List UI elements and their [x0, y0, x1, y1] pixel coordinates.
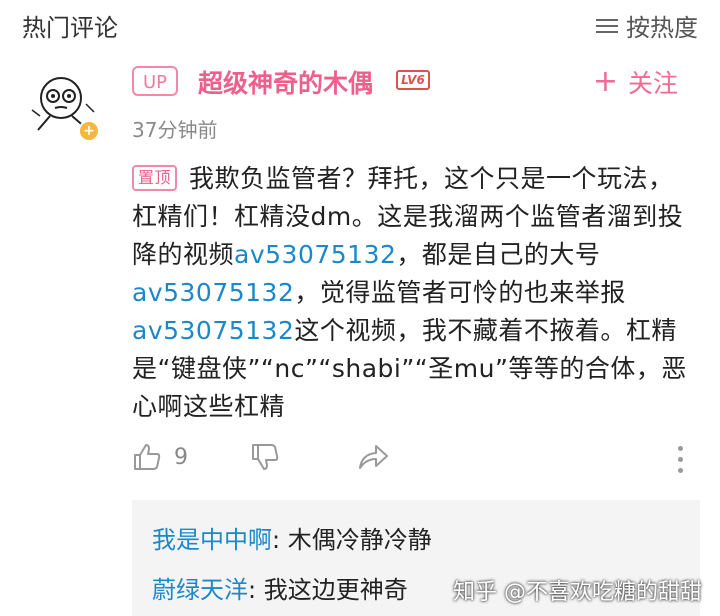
dislike-button[interactable]	[250, 442, 280, 472]
share-button[interactable]	[356, 442, 390, 472]
username[interactable]: 超级神奇的木偶	[198, 64, 373, 100]
reply-text: : 木偶冷静冷静	[272, 526, 432, 554]
level-badge: LV6	[396, 70, 430, 90]
video-link[interactable]: av53075132	[132, 278, 294, 307]
comment-body: 置顶 我欺负监管者？拜托，这个只是一个玩法，杠精们！杠精没dm。这是我溜两个监管者…	[132, 160, 692, 426]
plus-icon: +	[592, 64, 618, 99]
vip-badge-icon: +	[78, 120, 100, 142]
list-icon	[596, 17, 618, 35]
reply-item: 我是中中啊: 木偶冷静冷静	[152, 520, 432, 555]
reply-text: : 我这边更神奇	[248, 576, 408, 604]
watermark: 知乎 @不喜欢吃糖的甜甜	[453, 580, 702, 605]
thumbs-down-icon	[252, 444, 279, 470]
follow-label: 关注	[627, 69, 678, 98]
video-link[interactable]: av53075132	[234, 240, 396, 269]
section-title: 热门评论	[22, 14, 118, 42]
comment-actions: 9	[132, 442, 692, 482]
sort-label: 按热度	[626, 14, 698, 42]
like-button[interactable]: 9	[132, 442, 188, 472]
up-badge: UP	[132, 66, 178, 96]
comment-text-2: ，都是自己的大号	[396, 240, 601, 269]
section-header: 热门评论 按热度	[0, 0, 720, 44]
timestamp: 37分钟前	[132, 118, 218, 142]
reply-item: 蔚绿天洋: 我这边更神奇	[152, 570, 408, 605]
follow-button[interactable]: + 关注	[593, 64, 678, 100]
sort-button[interactable]: 按热度	[596, 8, 698, 43]
more-options-icon[interactable]	[678, 446, 684, 479]
pinned-badge: 置顶	[132, 165, 178, 191]
reply-author[interactable]: 蔚绿天洋	[152, 576, 248, 604]
share-arrow-icon	[359, 445, 388, 469]
like-count: 9	[174, 444, 188, 470]
video-link[interactable]: av53075132	[132, 316, 294, 345]
comment-text-3: ，觉得监管者可怜的也来举报	[294, 278, 626, 307]
thumbs-up-icon	[134, 444, 161, 470]
reply-author[interactable]: 我是中中啊	[152, 526, 272, 554]
